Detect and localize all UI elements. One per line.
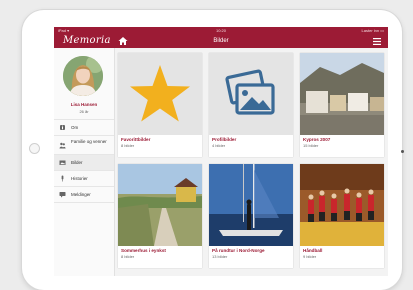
side-menu: Om Familie og venner Bilder Historier Me… bbox=[54, 119, 114, 203]
album-thumbnail bbox=[209, 53, 293, 135]
avatar[interactable] bbox=[63, 56, 103, 96]
album-card[interactable]: Kypros 2007 15 bilder bbox=[300, 53, 384, 157]
album-title: Kypros 2007 bbox=[303, 137, 331, 142]
sidebar-item-label: Bilder bbox=[71, 160, 83, 165]
sidebar-item-label: Familie og venner bbox=[71, 139, 107, 144]
album-title: Profilbilder bbox=[212, 137, 237, 142]
album-count: 9 bilder bbox=[303, 254, 317, 259]
home-icon[interactable] bbox=[118, 36, 128, 46]
sidebar-item-om[interactable]: Om bbox=[54, 120, 114, 136]
star-icon bbox=[130, 65, 190, 122]
album-thumbnail bbox=[118, 53, 202, 135]
album-title: Favorittbilder bbox=[121, 137, 151, 142]
album-card[interactable]: Sommerhus i eynkst 8 bilder bbox=[118, 164, 202, 268]
album-count: 8 bilder bbox=[121, 143, 135, 148]
app-screen: iPad ▾ 10:20 Laster inn ▭ Bilder Memoria bbox=[54, 27, 388, 276]
album-thumbnail bbox=[209, 164, 293, 246]
album-title: Håndball bbox=[303, 248, 323, 253]
top-navbar: Bilder Memoria bbox=[54, 34, 388, 48]
sidebar-item-bilder[interactable]: Bilder bbox=[54, 155, 114, 171]
sidebar-item-label: Meldinger bbox=[71, 192, 91, 197]
sidebar-item-label: Om bbox=[71, 125, 79, 130]
album-thumbnail bbox=[300, 164, 384, 246]
sidebar-item-historier[interactable]: Historier bbox=[54, 171, 114, 187]
hamburger-menu-icon[interactable] bbox=[373, 38, 381, 45]
home-button[interactable] bbox=[29, 143, 40, 154]
people-icon bbox=[59, 142, 66, 149]
sidebar-item-label: Historier bbox=[71, 176, 88, 181]
album-count: 8 bilder bbox=[121, 254, 135, 259]
album-title: På rundtur i Nord-Norge bbox=[212, 248, 265, 253]
album-card[interactable]: Favorittbilder 8 bilder bbox=[118, 53, 202, 157]
album-title: Sommerhus i eynkst bbox=[121, 248, 166, 253]
status-bar: iPad ▾ 10:20 Laster inn ▭ bbox=[54, 27, 388, 34]
app-logo[interactable]: Memoria bbox=[63, 35, 111, 47]
album-count: 15 bilder bbox=[303, 143, 319, 148]
album-thumbnail bbox=[118, 164, 202, 246]
album-card[interactable]: Håndball 9 bilder bbox=[300, 164, 384, 268]
album-card[interactable]: Profilbilder 4 bilder bbox=[209, 53, 293, 157]
message-icon bbox=[59, 192, 66, 198]
album-count: 13 bilder bbox=[212, 254, 228, 259]
clock: 10:20 bbox=[215, 28, 226, 33]
sidebar: Lisa Hansen 26 år Om Familie og venner B… bbox=[54, 48, 115, 276]
album-thumbnail bbox=[300, 53, 384, 135]
microphone-icon bbox=[61, 175, 64, 182]
profile-name: Lisa Hansen bbox=[70, 102, 98, 107]
album-card[interactable]: På rundtur i Nord-Norge 13 bilder bbox=[209, 164, 293, 268]
photos-icon bbox=[59, 160, 66, 165]
pictures-icon bbox=[225, 69, 275, 115]
camera bbox=[401, 150, 404, 153]
sidebar-item-meldinger[interactable]: Meldinger bbox=[54, 187, 114, 203]
album-count: 4 bilder bbox=[212, 143, 226, 148]
sidebar-item-familie-og-venner[interactable]: Familie og venner bbox=[54, 136, 114, 155]
info-icon bbox=[60, 125, 65, 130]
profile-age: 26 år bbox=[79, 109, 89, 114]
battery-status: Laster inn ▭ bbox=[361, 28, 384, 33]
